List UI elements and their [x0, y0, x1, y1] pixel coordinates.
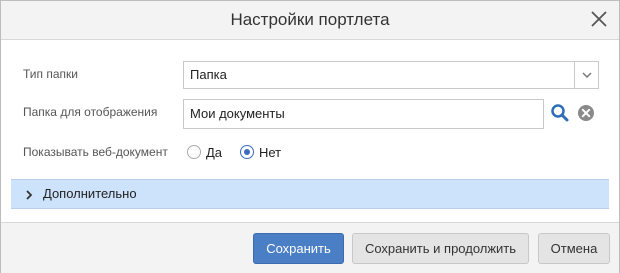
dialog-footer: Сохранить Сохранить и продолжить Отмена [1, 222, 619, 273]
folder-type-select[interactable]: Папка [183, 61, 599, 89]
chevron-right-icon [23, 188, 35, 200]
cancel-button[interactable]: Отмена [538, 233, 610, 264]
close-icon[interactable] [589, 9, 609, 29]
display-folder-value: Мои документы [190, 106, 285, 121]
radio-yes[interactable] [187, 145, 201, 159]
folder-type-value: Папка [190, 67, 227, 82]
advanced-section-label: Дополнительно [43, 186, 137, 201]
radio-yes-label: Да [206, 145, 223, 160]
display-folder-input[interactable]: Мои документы [183, 99, 544, 129]
dialog-titlebar: Настройки портлета [1, 1, 619, 40]
portlet-settings-dialog: Настройки портлета Тип папки Папка Папка… [0, 0, 620, 273]
clear-icon[interactable] [577, 104, 595, 122]
radio-no[interactable] [240, 145, 254, 159]
chevron-down-icon[interactable] [574, 62, 598, 88]
dialog-title: Настройки портлета [230, 10, 390, 29]
folder-type-label: Тип папки [23, 67, 78, 81]
save-and-continue-button[interactable]: Сохранить и продолжить [352, 233, 529, 264]
display-folder-label: Папка для отображения [23, 105, 158, 119]
search-icon[interactable] [550, 103, 570, 123]
show-web-document-label: Показывать веб-документ [23, 145, 168, 159]
save-button[interactable]: Сохранить [253, 233, 344, 264]
radio-selected-dot [244, 149, 250, 155]
advanced-section-header[interactable]: Дополнительно [11, 179, 609, 209]
radio-no-label: Нет [259, 145, 282, 160]
